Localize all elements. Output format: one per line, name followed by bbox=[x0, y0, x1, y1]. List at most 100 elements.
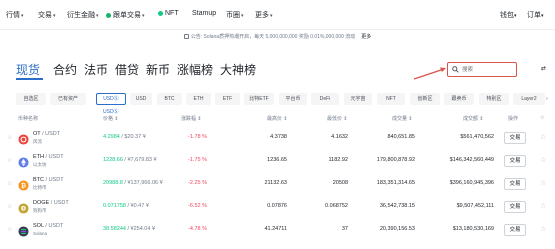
filter-layer2[interactable]: Layer2 bbox=[513, 93, 545, 105]
announcement-more-link[interactable]: 更多 bbox=[361, 34, 371, 40]
chevron-down-icon: ▾ bbox=[541, 13, 544, 19]
coin-name: 狗狗币 bbox=[33, 208, 47, 213]
sub-filter-label[interactable]: USDⓈ bbox=[103, 108, 119, 115]
tab-fiat[interactable]: 法币 bbox=[84, 61, 108, 78]
filter-usds[interactable]: USDⓈ bbox=[96, 93, 126, 105]
eth-logo-icon bbox=[18, 155, 29, 168]
filter-platform-coin[interactable]: 平台币 bbox=[279, 93, 307, 105]
chevron-right-icon[interactable]: › bbox=[546, 93, 548, 105]
search-icon bbox=[452, 66, 459, 73]
table-row[interactable]: ☆ ETH / USDT 以太坊 1228.66 / ¥7,679.83 ¥ -… bbox=[0, 150, 555, 173]
col-low[interactable]: 最低价 ⇕ bbox=[327, 115, 348, 122]
tab-top-traders[interactable]: 大神榜 bbox=[220, 61, 256, 78]
col-pair: 币种名称 bbox=[18, 116, 39, 122]
filter-holdings[interactable]: 已有资产 bbox=[50, 93, 86, 105]
tab-futures[interactable]: 合约 bbox=[53, 61, 77, 78]
trade-button[interactable]: 交易 bbox=[504, 132, 526, 144]
filter-usd[interactable]: USD bbox=[130, 93, 152, 105]
table-row[interactable]: ☆ OT / USDT 风流 4.2984 / $20.37 ¥ -1.78 %… bbox=[0, 127, 555, 150]
col-volume[interactable]: 成交量 ⇕ bbox=[392, 115, 413, 122]
nav-item-more[interactable]: 更多▾ bbox=[255, 10, 273, 20]
star-icon[interactable]: ☆ bbox=[7, 134, 12, 141]
filter-follow[interactable]: 跟卖币 bbox=[444, 93, 474, 105]
pair-symbol[interactable]: ETH / USDT bbox=[33, 154, 64, 160]
high-price: 21132.63 bbox=[264, 180, 287, 186]
nav-item-markets[interactable]: 行情▾ bbox=[6, 10, 24, 20]
coin-name: Solana bbox=[33, 231, 48, 236]
star-icon[interactable]: ☆ bbox=[7, 203, 12, 210]
pair-symbol[interactable]: OT / USDT bbox=[33, 131, 60, 137]
svg-text:₿: ₿ bbox=[21, 182, 26, 190]
btc-logo-icon: ₿ bbox=[18, 178, 29, 191]
trade-button[interactable]: 交易 bbox=[504, 224, 526, 236]
table-row[interactable]: ☆ Ð DOGE / USDT 狗狗币 0.071758 / ¥0.47 ¥ -… bbox=[0, 196, 555, 219]
table-row[interactable]: ☆ ₿ BTC / USDT 比特币 20988.8 / ¥137,966.06… bbox=[0, 173, 555, 196]
filter-metaverse[interactable]: 元宇宙 bbox=[344, 93, 372, 105]
filter-etf[interactable]: ETF bbox=[215, 93, 240, 105]
filter-special[interactable]: 特别区 bbox=[479, 93, 509, 105]
filter-eth[interactable]: ETH bbox=[186, 93, 211, 105]
search-input[interactable] bbox=[462, 65, 514, 75]
col-change[interactable]: 涨跌幅 ⇕ bbox=[181, 115, 202, 122]
copy-trade-icon bbox=[106, 12, 111, 18]
trade-button[interactable]: 交易 bbox=[504, 155, 526, 167]
filter-defi[interactable]: DeFi bbox=[311, 93, 339, 105]
pair-symbol[interactable]: DOGE / USDT bbox=[33, 200, 69, 206]
turnover: $9,507,452,111 bbox=[456, 203, 494, 209]
top-nav: 行情▾ 交易▾ 衍生金融▾ 跟单交易▾ NFT Stamup 币圈▾ 更多▾ 钱… bbox=[0, 0, 555, 30]
star-icon[interactable]: ☆ bbox=[7, 180, 12, 187]
pair-symbol[interactable]: BTC / USDT bbox=[33, 177, 64, 183]
trade-button[interactable]: 交易 bbox=[504, 201, 526, 213]
announcement-icon bbox=[183, 34, 189, 40]
favorite-star-icon[interactable]: ☆ bbox=[540, 133, 546, 141]
chevron-down-icon: ▾ bbox=[96, 13, 99, 19]
coin-name: 以太坊 bbox=[33, 162, 47, 167]
chevron-down-icon: ▾ bbox=[270, 13, 273, 19]
nav-wallet[interactable]: 钱包▾ bbox=[500, 10, 517, 20]
filter-favorites[interactable]: 自选区 bbox=[16, 93, 46, 105]
col-price[interactable]: 价格 ⇕ bbox=[103, 115, 119, 122]
filter-nft[interactable]: NFT bbox=[377, 93, 405, 105]
col-turnover[interactable]: 成交额 ⇕ bbox=[463, 115, 484, 122]
volume: 20,390,156.53 bbox=[379, 226, 415, 232]
col-high[interactable]: 最高价 ⇕ bbox=[267, 115, 288, 122]
nav-item-derivatives[interactable]: 衍生金融▾ bbox=[67, 10, 99, 20]
announcement-text[interactable]: 公告: Solana质押热潮开启，每天 5,000,000,000 奖励 0.0… bbox=[191, 34, 356, 40]
star-icon[interactable]: ☆ bbox=[7, 226, 12, 233]
filter-btc-etf[interactable]: 比特ETF bbox=[244, 93, 274, 105]
high-price: 41.24711 bbox=[264, 226, 287, 232]
nav-orders[interactable]: 订单▾ bbox=[527, 10, 544, 20]
low-price: 37 bbox=[341, 226, 348, 232]
table-row[interactable]: ☆ SOL / USDT Solana 38.58244 / ¥254.04 ¥… bbox=[0, 219, 555, 242]
nav-item-stamup[interactable]: Stamup bbox=[192, 10, 216, 17]
volume: 179,800,878.92 bbox=[376, 157, 415, 163]
favorite-star-icon[interactable]: ☆ bbox=[540, 179, 546, 187]
tab-gainers[interactable]: 涨幅榜 bbox=[177, 61, 213, 78]
tab-new-coins[interactable]: 新币 bbox=[146, 61, 170, 78]
star-icon[interactable]: ☆ bbox=[7, 157, 12, 164]
chevron-down-icon: ▾ bbox=[241, 13, 244, 19]
markets-page: 行情▾ 交易▾ 衍生金融▾ 跟单交易▾ NFT Stamup 币圈▾ 更多▾ 钱… bbox=[0, 0, 555, 249]
tab-spot[interactable]: 现货 bbox=[16, 61, 40, 78]
tab-lending[interactable]: 借贷 bbox=[115, 61, 139, 78]
nav-item-nft[interactable]: NFT bbox=[158, 10, 179, 17]
favorite-star-icon[interactable]: ☆ bbox=[540, 202, 546, 210]
swap-layout-icon[interactable]: ⇄ bbox=[541, 65, 546, 72]
last-price: 38.58244 / ¥254.04 ¥ bbox=[103, 226, 156, 232]
nav-item-crypto-circle[interactable]: 币圈▾ bbox=[226, 10, 244, 20]
favorite-star-icon[interactable]: ☆ bbox=[540, 225, 546, 233]
search-box[interactable] bbox=[447, 62, 517, 77]
nav-item-copy-trading[interactable]: 跟单交易▾ bbox=[106, 10, 145, 20]
sol-logo-icon bbox=[18, 224, 29, 237]
high-price: 1236.65 bbox=[267, 157, 287, 163]
nav-item-trade[interactable]: 交易▾ bbox=[38, 10, 56, 20]
low-price: 4.1632 bbox=[331, 134, 348, 140]
trade-button[interactable]: 交易 bbox=[504, 178, 526, 190]
low-price: 20508 bbox=[332, 180, 348, 186]
filter-btc[interactable]: BTC bbox=[157, 93, 182, 105]
price-change: -6.52 % bbox=[188, 203, 207, 209]
pair-symbol[interactable]: SOL / USDT bbox=[33, 223, 63, 229]
nft-icon bbox=[158, 10, 163, 16]
favorite-star-icon[interactable]: ☆ bbox=[540, 156, 546, 164]
filter-innovation[interactable]: 创新区 bbox=[410, 93, 440, 105]
